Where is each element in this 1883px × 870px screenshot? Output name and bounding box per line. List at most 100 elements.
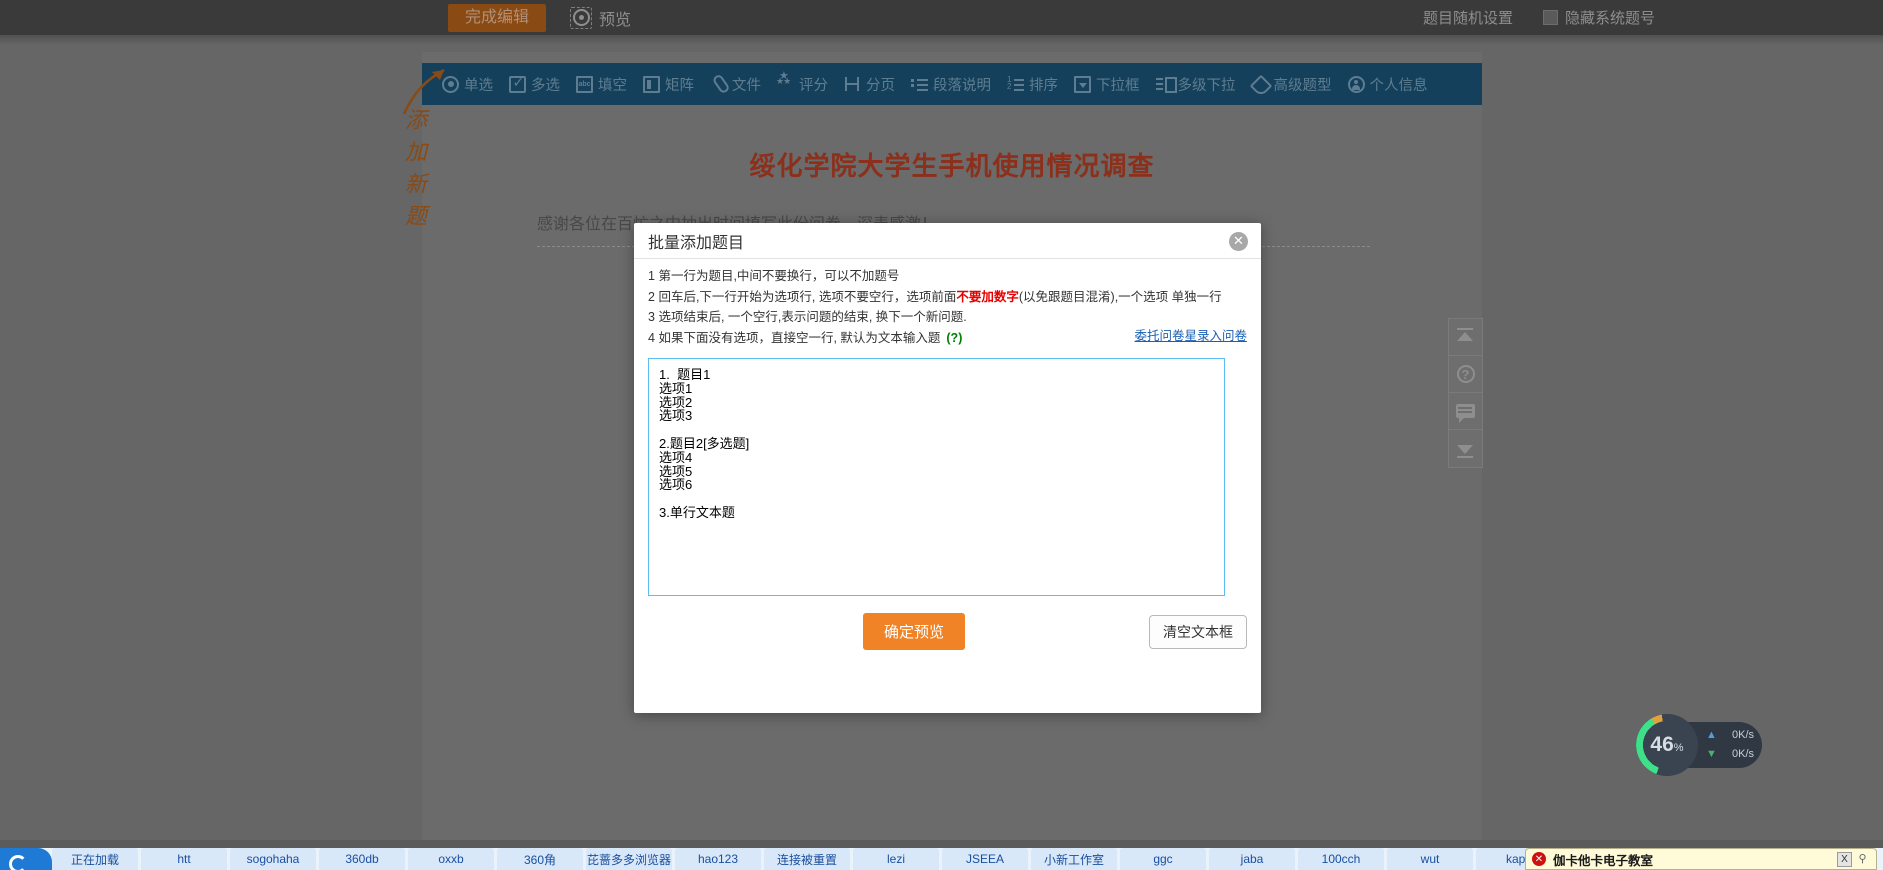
qtype-dropdown[interactable]: 下拉框 bbox=[1066, 63, 1148, 105]
batch-add-questions-dialog: 批量添加题目 ✕ 1 第一行为题目,中间不要换行，可以不加题号 2 回车后,下一… bbox=[634, 223, 1261, 713]
qtype-personal-info[interactable]: 个人信息 bbox=[1340, 63, 1436, 105]
dropdown-icon bbox=[1074, 75, 1091, 93]
toast-title: 伽卡他卡电子教室 bbox=[1553, 853, 1654, 868]
browser-tab[interactable]: 360角 bbox=[497, 848, 583, 870]
rule-text-post: (以免跟题目混淆),一个选项 单独一行 bbox=[1018, 289, 1222, 304]
rule-number: 4 bbox=[648, 330, 659, 345]
qtype-rating[interactable]: 评分 bbox=[769, 63, 836, 105]
page-title: 绥化学院大学生手机使用情况调查 bbox=[749, 151, 1155, 181]
qtype-file[interactable]: 文件 bbox=[702, 63, 769, 105]
qtype-fill-blank[interactable]: abc 填空 bbox=[568, 63, 635, 105]
dialog-footer: 确定预览 清空文本框 bbox=[634, 613, 1261, 650]
checkbox-icon bbox=[1542, 10, 1558, 25]
close-icon[interactable]: ✕ bbox=[1229, 232, 1248, 251]
eye-icon bbox=[570, 6, 593, 29]
browser-tab[interactable]: 连接被重置 bbox=[764, 848, 850, 870]
user-icon bbox=[1347, 75, 1365, 93]
rule-number: 3 bbox=[648, 310, 659, 324]
clear-textarea-button[interactable]: 清空文本框 bbox=[1149, 614, 1247, 649]
page-break-icon bbox=[844, 76, 861, 93]
rule-text: 选项结束后, 一个空行,表示问题的结束, 换下一个新问题. bbox=[658, 310, 967, 324]
entrust-survey-link[interactable]: 委托问卷星录入问卷 bbox=[1134, 325, 1247, 344]
close-icon[interactable]: X bbox=[1837, 851, 1852, 867]
browser-tab[interactable]: htt bbox=[141, 848, 227, 870]
dialog-header: 批量添加题目 ✕ bbox=[634, 223, 1261, 259]
browser-tab[interactable]: ggc bbox=[1120, 848, 1206, 870]
pin-icon[interactable]: ⚲ bbox=[1855, 852, 1870, 867]
checkbox-icon bbox=[509, 74, 526, 93]
browser-tab[interactable]: lezi bbox=[853, 848, 939, 870]
topbar-shadow bbox=[0, 35, 1883, 45]
help-button[interactable]: ? bbox=[1449, 356, 1482, 393]
feedback-button[interactable] bbox=[1449, 393, 1482, 430]
batch-questions-textarea[interactable] bbox=[648, 358, 1225, 596]
confirm-preview-button[interactable]: 确定预览 bbox=[863, 613, 966, 650]
qtype-label: 文件 bbox=[732, 77, 761, 94]
browser-tab[interactable]: wut bbox=[1387, 848, 1473, 870]
sort-numbered-icon: 12 bbox=[1007, 75, 1024, 93]
qtype-label: 排序 bbox=[1029, 77, 1058, 94]
network-speed-widget[interactable]: 46% ▲ 0K/s ▼ 0K/s bbox=[1636, 714, 1762, 776]
browser-tab[interactable]: 100cch bbox=[1298, 848, 1384, 870]
finish-edit-button[interactable]: 完成编辑 bbox=[448, 3, 547, 32]
help-hint-icon[interactable]: (?) bbox=[946, 331, 962, 345]
hide-system-numbers-label: 隐藏系统题号 bbox=[1564, 10, 1655, 27]
preview-button[interactable]: 预览 bbox=[570, 6, 631, 30]
browser-tab[interactable]: sogohaha bbox=[230, 848, 316, 870]
browser-tab[interactable]: 芘蔷多多浏览器 bbox=[586, 848, 672, 870]
question-circle-icon: ? bbox=[1456, 365, 1475, 383]
advanced-shield-icon bbox=[1252, 76, 1269, 93]
error-icon: ✕ bbox=[1532, 852, 1546, 866]
screen: 完成编辑 预览 题目随机设置 隐藏系统题号 单选 多选 abc 填空 bbox=[0, 0, 1883, 870]
qtype-multi-choice[interactable]: 多选 bbox=[501, 63, 568, 105]
hide-system-numbers-checkbox[interactable]: 隐藏系统题号 bbox=[1542, 7, 1655, 28]
random-settings-button[interactable]: 题目随机设置 bbox=[1423, 7, 1513, 28]
rule-number: 1 bbox=[648, 269, 659, 283]
star-rating-icon bbox=[776, 69, 794, 93]
download-speed: 0K/s bbox=[1732, 748, 1755, 760]
rule-item: 2 回车后,下一行开始为选项行, 选项不要空行，选项前面不要加数字(以免跟题目混… bbox=[648, 287, 1247, 308]
rule-text: 如果下面没有选项，直接空一行, 默认为文本输入题 bbox=[658, 330, 941, 345]
gauge-percent-value: 46 bbox=[1650, 733, 1674, 756]
arrow-up-icon: ▲ bbox=[1706, 729, 1717, 741]
browser-tab[interactable]: hao123 bbox=[675, 848, 761, 870]
speed-rows: ▲ 0K/s ▼ 0K/s bbox=[1706, 726, 1754, 764]
qtype-advanced[interactable]: 高级题型 bbox=[1244, 63, 1340, 105]
qtype-label: 单选 bbox=[464, 77, 493, 94]
browser-logo-icon bbox=[0, 848, 52, 870]
qtype-sort[interactable]: 12 排序 bbox=[999, 63, 1066, 105]
qtype-page-break[interactable]: 分页 bbox=[836, 63, 903, 105]
browser-tab[interactable]: 正在加载 bbox=[52, 848, 138, 870]
paragraph-icon bbox=[911, 76, 928, 93]
rule-number: 2 bbox=[648, 289, 659, 304]
qtype-label: 高级题型 bbox=[1273, 77, 1332, 94]
dialog-title: 批量添加题目 bbox=[648, 234, 745, 252]
top-toolbar-right: 题目随机设置 隐藏系统题号 bbox=[1423, 7, 1655, 28]
browser-tab[interactable]: 小新工作室 bbox=[1031, 848, 1117, 870]
scroll-to-top-button[interactable] bbox=[1449, 319, 1482, 356]
download-row: ▼ 0K/s bbox=[1706, 745, 1754, 764]
rule-warning: 不要加数字 bbox=[956, 289, 1019, 304]
qtype-label: 填空 bbox=[598, 77, 627, 94]
notification-toast[interactable]: ✕ 伽卡他卡电子教室 X ⚲ bbox=[1525, 848, 1877, 870]
top-toolbar: 完成编辑 预览 题目随机设置 隐藏系统题号 bbox=[0, 0, 1883, 35]
qtype-cascading-dropdown[interactable]: 多级下拉 bbox=[1148, 63, 1244, 105]
rule-text: 第一行为题目,中间不要换行，可以不加题号 bbox=[658, 269, 900, 283]
qtype-matrix[interactable]: 矩阵 bbox=[635, 63, 702, 105]
side-toolbar: ? bbox=[1448, 318, 1483, 468]
qtype-label: 多级下拉 bbox=[1177, 77, 1236, 94]
rule-item: 1 第一行为题目,中间不要换行，可以不加题号 bbox=[648, 266, 1247, 287]
qtype-label: 段落说明 bbox=[933, 77, 991, 94]
upload-speed: 0K/s bbox=[1732, 729, 1755, 741]
taskbar-separator bbox=[0, 840, 1883, 848]
speech-bubble-icon bbox=[1456, 404, 1475, 423]
rule-text: 回车后,下一行开始为选项行, 选项不要空行，选项前面 bbox=[658, 289, 957, 304]
browser-tab[interactable]: JSEEA bbox=[942, 848, 1028, 870]
gauge-percent-unit: % bbox=[1673, 742, 1684, 754]
scroll-to-bottom-button[interactable] bbox=[1449, 430, 1482, 467]
browser-tab[interactable]: 360db bbox=[319, 848, 405, 870]
browser-tab[interactable]: jaba bbox=[1209, 848, 1295, 870]
browser-tab[interactable]: oxxb bbox=[408, 848, 494, 870]
qtype-paragraph[interactable]: 段落说明 bbox=[903, 63, 999, 105]
qtype-label: 分页 bbox=[866, 77, 895, 94]
